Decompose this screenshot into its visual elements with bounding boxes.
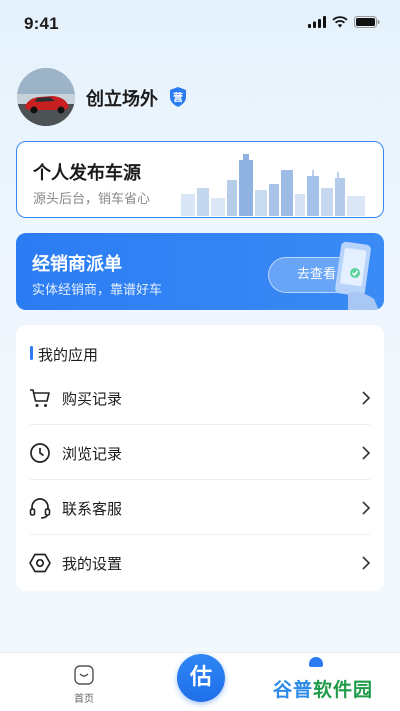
merchant-badge: 营 — [168, 86, 188, 108]
battery-icon — [354, 16, 380, 28]
clock-icon — [30, 443, 50, 463]
wifi-icon — [332, 16, 348, 28]
menu-item-browse-history[interactable]: 浏览记录 — [16, 425, 384, 480]
status-bar: 9:41 — [0, 0, 400, 48]
tab-home-label: 首页 — [74, 694, 94, 705]
menu-item-customer-service[interactable]: 联系客服 — [16, 480, 384, 535]
headset-icon — [29, 498, 51, 519]
tab-profile-icon[interactable] — [309, 657, 323, 667]
status-time: 9:41 — [24, 14, 59, 33]
cellular-signal-icon — [308, 16, 326, 28]
chevron-right-icon — [362, 446, 371, 460]
watermark-text: 谷普软件园 — [273, 679, 374, 701]
my-apps-section: 我的应用 购买记录 浏览记录 联系客服 我的设置 — [16, 325, 384, 591]
menu-item-label: 购买记录 — [62, 390, 123, 408]
status-icons — [308, 16, 380, 28]
watermark: 谷普软件园 — [269, 672, 393, 702]
badge-label: 营 — [173, 93, 183, 104]
dealer-card-title: 经销商派单 — [32, 254, 122, 275]
chevron-right-icon — [362, 391, 371, 405]
menu-item-label: 我的设置 — [62, 555, 123, 573]
dealer-card-subtitle: 实体经销商，靠谱好车 — [32, 283, 163, 298]
personal-card-subtitle: 源头后台，销车省心 — [33, 192, 151, 207]
menu-item-purchase-records[interactable]: 购买记录 — [16, 370, 384, 425]
avatar[interactable] — [17, 68, 75, 126]
chevron-right-icon — [362, 556, 371, 570]
menu-item-label: 联系客服 — [62, 500, 123, 518]
dealer-dispatch-card[interactable]: 经销商派单 实体经销商，靠谱好车 去查看 — [16, 233, 384, 310]
city-skyline-illustration — [181, 154, 365, 216]
menu-item-label: 浏览记录 — [62, 445, 123, 463]
cart-icon — [30, 389, 50, 407]
my-apps-title: 我的应用 — [38, 346, 99, 364]
tab-estimate-button[interactable]: 估 — [177, 654, 225, 702]
home-icon — [74, 665, 94, 685]
personal-publish-card[interactable]: 个人发布车源 源头后台，销车省心 — [16, 141, 384, 218]
username: 创立场外 — [86, 89, 158, 110]
car-photo — [17, 68, 75, 126]
personal-card-title: 个人发布车源 — [33, 163, 141, 184]
settings-icon — [29, 553, 51, 573]
section-accent-bar — [30, 346, 33, 360]
menu-item-settings[interactable]: 我的设置 — [16, 535, 384, 590]
chevron-right-icon — [362, 501, 371, 515]
phone-illustration — [335, 241, 379, 310]
tab-home[interactable]: 首页 — [62, 659, 106, 705]
